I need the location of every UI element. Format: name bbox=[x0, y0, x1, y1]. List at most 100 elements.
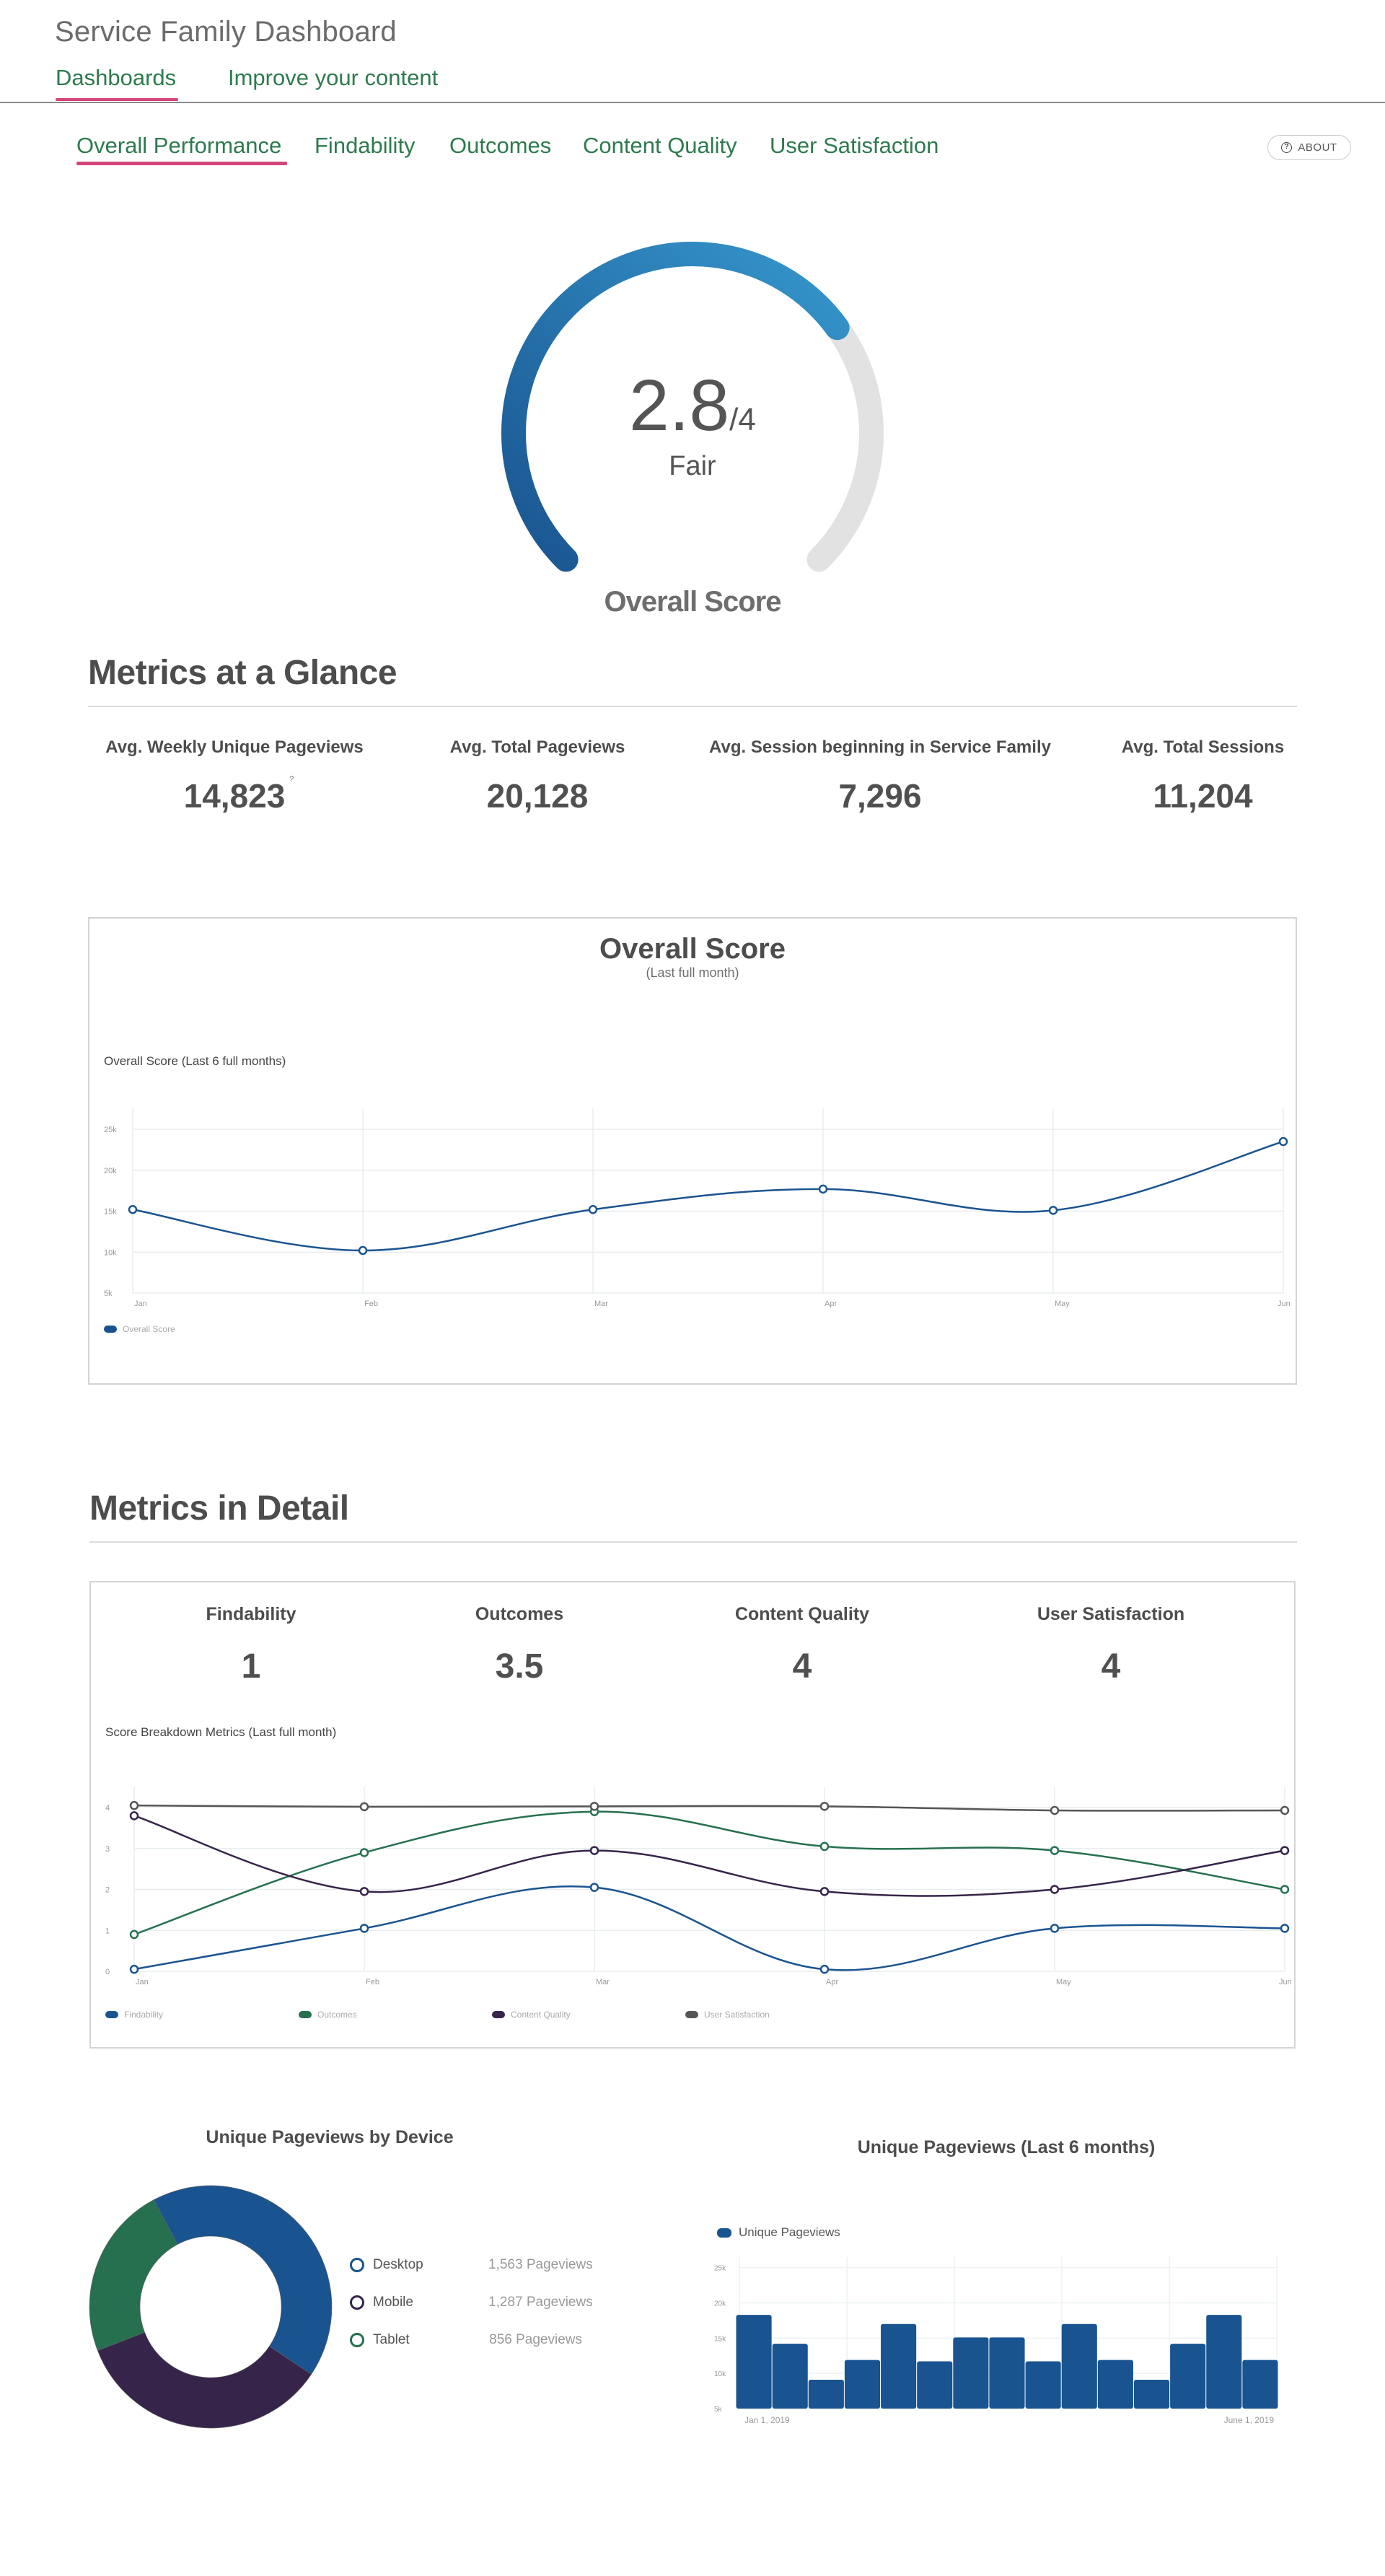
x-tick-label: Jan bbox=[136, 1978, 149, 1986]
y-tick-label: 15k bbox=[714, 2335, 726, 2343]
x-tick-label: Mar bbox=[594, 1300, 608, 1308]
bar[interactable] bbox=[844, 2360, 881, 2409]
data-point[interactable] bbox=[358, 1245, 368, 1256]
data-point[interactable] bbox=[1050, 1885, 1060, 1894]
data-point[interactable] bbox=[819, 1802, 830, 1811]
metric-value-text: 14,823 bbox=[183, 777, 286, 815]
data-point[interactable] bbox=[1050, 1846, 1060, 1855]
bar[interactable] bbox=[1133, 2379, 1170, 2409]
metric-total-pageviews: Avg. Total Pageviews 20,128 bbox=[418, 737, 656, 815]
series-line-content-quality bbox=[133, 1815, 1285, 1897]
metric-value: 14,823? bbox=[183, 775, 294, 815]
data-point[interactable] bbox=[1048, 1206, 1058, 1215]
legend-label[interactable]: User Satisfaction bbox=[704, 2010, 770, 2020]
bar[interactable] bbox=[736, 2315, 772, 2409]
y-tick-label: 5k bbox=[714, 2406, 723, 2414]
tab-overall-performance[interactable]: Overall Performance bbox=[76, 133, 281, 159]
bar[interactable] bbox=[1025, 2361, 1061, 2409]
data-point[interactable] bbox=[819, 1841, 830, 1852]
y-tick-label: 1 bbox=[105, 1927, 110, 1935]
gauge-rating: Fair bbox=[669, 451, 716, 481]
x-tick-label-end: June 1, 2019 bbox=[1224, 2415, 1275, 2425]
data-point[interactable] bbox=[819, 1887, 830, 1896]
info-icon[interactable]: ? bbox=[289, 775, 294, 784]
detail-value: 1 bbox=[241, 1647, 261, 1686]
data-point[interactable] bbox=[129, 1800, 139, 1810]
bar[interactable] bbox=[1206, 2315, 1242, 2409]
detail-label: User Satisfaction bbox=[1037, 1604, 1185, 1624]
score-max: /4 bbox=[729, 402, 756, 437]
donut-slice-desktop[interactable] bbox=[153, 2185, 333, 2375]
data-point[interactable] bbox=[359, 1802, 369, 1812]
data-point[interactable] bbox=[129, 1811, 139, 1821]
data-point[interactable] bbox=[129, 1964, 139, 1974]
legend-label[interactable]: Findability bbox=[124, 2010, 163, 2020]
legend-name: Desktop bbox=[373, 2257, 423, 2272]
data-point[interactable] bbox=[359, 1924, 369, 1933]
data-point[interactable] bbox=[1280, 1805, 1290, 1815]
bar[interactable] bbox=[1170, 2344, 1206, 2409]
data-point[interactable] bbox=[819, 1964, 830, 1974]
tab-content-quality[interactable]: Content Quality bbox=[583, 133, 737, 159]
active-nav-indicator bbox=[56, 98, 178, 101]
detail-value: 4 bbox=[792, 1647, 812, 1686]
legend-label[interactable]: Content Quality bbox=[511, 2010, 571, 2020]
bar[interactable] bbox=[1061, 2323, 1097, 2409]
tab-outcomes[interactable]: Outcomes bbox=[449, 133, 551, 159]
data-point[interactable] bbox=[588, 1204, 598, 1214]
topnav-improve-content[interactable]: Improve your content bbox=[228, 65, 438, 91]
tab-user-satisfaction[interactable]: User Satisfaction bbox=[770, 133, 938, 159]
data-point[interactable] bbox=[589, 1802, 599, 1811]
series-line-overall-score bbox=[132, 1140, 1284, 1252]
bar[interactable] bbox=[881, 2323, 917, 2409]
x-tick-label: Jun bbox=[1278, 1300, 1291, 1308]
y-tick-label: 5k bbox=[104, 1289, 113, 1298]
data-point[interactable] bbox=[1278, 1136, 1288, 1147]
data-point[interactable] bbox=[818, 1184, 828, 1194]
bar[interactable] bbox=[917, 2361, 953, 2409]
bar[interactable] bbox=[1242, 2360, 1278, 2409]
legend-item-desktop[interactable]: Desktop 1,563 Pageviews bbox=[350, 2257, 593, 2273]
data-point[interactable] bbox=[129, 1929, 139, 1940]
detail-label: Content Quality bbox=[734, 1604, 870, 1624]
about-button[interactable]: ? ABOUT bbox=[1267, 135, 1351, 160]
y-tick-label: 10k bbox=[104, 1248, 117, 1257]
detail-findability: Findability 1 bbox=[143, 1604, 359, 1686]
metric-value: 7,296 bbox=[838, 777, 922, 815]
x-tick-label: Mar bbox=[596, 1978, 610, 1986]
legend-swatch bbox=[717, 2227, 731, 2238]
data-point[interactable] bbox=[1280, 1885, 1290, 1894]
data-point[interactable] bbox=[1280, 1924, 1290, 1933]
bar-legend[interactable]: Unique Pageviews bbox=[717, 2225, 840, 2240]
bar[interactable] bbox=[953, 2337, 989, 2409]
topnav-dashboards[interactable]: Dashboards bbox=[56, 65, 176, 91]
header-divider bbox=[0, 102, 1385, 103]
legend-item-mobile[interactable]: Mobile 1,287 Pageviews bbox=[350, 2295, 593, 2310]
donut-slice-tablet[interactable] bbox=[89, 2199, 178, 2352]
data-point[interactable] bbox=[589, 1846, 599, 1855]
legend-label[interactable]: Overall Score bbox=[123, 1324, 175, 1334]
data-point[interactable] bbox=[359, 1887, 369, 1896]
legend-label[interactable]: Outcomes bbox=[317, 2010, 357, 2020]
bar[interactable] bbox=[808, 2379, 844, 2409]
legend-count: 1,287 Pageviews bbox=[488, 2295, 593, 2310]
data-point[interactable] bbox=[589, 1883, 599, 1892]
bar[interactable] bbox=[772, 2344, 808, 2409]
data-point[interactable] bbox=[128, 1204, 138, 1214]
bar[interactable] bbox=[1097, 2360, 1133, 2409]
bar[interactable] bbox=[989, 2337, 1025, 2409]
x-tick-label: May bbox=[1056, 1978, 1071, 1986]
chart-caption: Overall Score (Last 6 full months) bbox=[104, 1054, 286, 1068]
data-point[interactable] bbox=[1280, 1846, 1290, 1855]
data-point[interactable] bbox=[1050, 1924, 1060, 1933]
data-point[interactable] bbox=[359, 1848, 369, 1857]
legend-ring-icon bbox=[350, 2258, 364, 2272]
metric-weekly-unique-pageviews: Avg. Weekly Unique Pageviews 14,823? bbox=[94, 737, 375, 815]
series-line-user-satisfaction bbox=[133, 1804, 1285, 1812]
tab-findability[interactable]: Findability bbox=[315, 133, 416, 159]
legend-count: 856 Pageviews bbox=[489, 2332, 582, 2347]
legend-item-tablet[interactable]: Tablet 856 Pageviews bbox=[350, 2332, 582, 2348]
detail-value: 4 bbox=[1101, 1647, 1121, 1686]
data-point[interactable] bbox=[1050, 1805, 1060, 1815]
y-tick-label: 2 bbox=[105, 1886, 110, 1895]
